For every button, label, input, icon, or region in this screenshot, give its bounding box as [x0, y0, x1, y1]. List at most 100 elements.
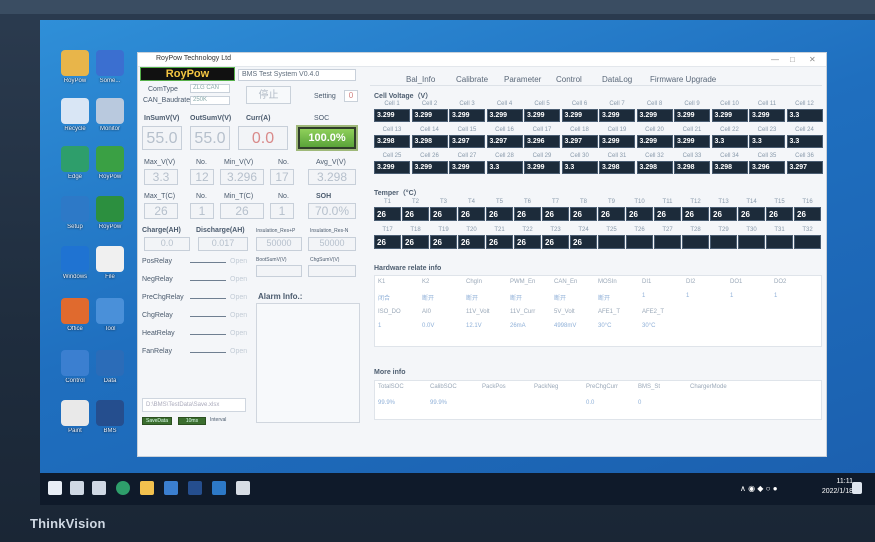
no1-value: 12 [190, 169, 214, 185]
hardware-cell: 26mA [510, 323, 526, 329]
relay-label: ChgRelay [142, 312, 173, 319]
relay-switch-icon[interactable] [190, 352, 226, 353]
charge-value: 0.0 [144, 237, 190, 251]
temper-header: T9 [607, 199, 615, 205]
cell-voltage-value: 3.299 [674, 109, 710, 122]
temper-value [738, 235, 765, 249]
desktop-icon-label: Tool [104, 326, 116, 332]
temper-header: T32 [802, 227, 813, 233]
search-icon[interactable] [70, 481, 84, 495]
hardware-cell: 11V_Curr [510, 309, 536, 315]
cell-header: Cell 27 [457, 153, 477, 159]
more-title: More info [374, 369, 406, 376]
setting-input[interactable]: 0 [344, 90, 358, 102]
relay-switch-icon[interactable] [190, 280, 226, 281]
temper-value: 26 [486, 207, 513, 221]
window-title: RoyPow Technology Ltd [156, 55, 231, 62]
cell-header: Cell 6 [571, 101, 588, 107]
cell-header: Cell 9 [684, 101, 700, 107]
hardware-cell: MOSIn [598, 279, 617, 285]
hardware-cell: 断开 [422, 296, 435, 302]
interval-select[interactable]: 10ms [178, 417, 206, 425]
minimize-icon[interactable]: — [771, 55, 779, 64]
edge-icon[interactable] [116, 481, 130, 495]
app-icon-3[interactable] [236, 481, 250, 495]
cell-header: Cell 13 [382, 127, 402, 133]
task-view-icon[interactable] [92, 481, 106, 495]
cell-voltage-value: 3.299 [374, 109, 410, 122]
save-path-input[interactable]: D:\BMS\TestData\Save.xlsx [142, 398, 246, 412]
savedata-button[interactable]: SaveData [142, 417, 172, 425]
hardware-cell: DO1 [730, 279, 743, 285]
tab-bal-info[interactable]: Bal_Info [406, 75, 435, 84]
curr-label: Curr(A) [246, 115, 271, 122]
file-explorer-icon[interactable] [140, 481, 154, 495]
temper-value: 26 [402, 207, 429, 221]
temper-value: 26 [514, 235, 541, 249]
can-baudrate-select[interactable]: 250K [190, 96, 230, 105]
desktop-icon-label: Data [103, 378, 117, 384]
temper-value: 26 [570, 207, 597, 221]
roypow-logo: RoyPow [140, 67, 235, 81]
cell-header: Cell 8 [646, 101, 663, 107]
desktop-icon[interactable]: RoyPow [85, 196, 135, 231]
cell-header: Cell 15 [457, 127, 477, 133]
desktop-icon[interactable]: Monitor [85, 98, 135, 133]
cell-header: Cell 33 [682, 153, 702, 159]
temper-header: T10 [634, 199, 645, 205]
monitor-brand: ThinkVision [30, 516, 106, 531]
hardware-cell: 1 [730, 293, 734, 299]
temper-value [598, 235, 625, 249]
relay-switch-icon[interactable] [190, 316, 226, 317]
relay-label: FanRelay [142, 348, 172, 355]
tab-parameter[interactable]: Parameter [504, 75, 541, 84]
tray-clock[interactable]: 11:11 2022/1/18 [822, 477, 853, 497]
relay-switch-icon[interactable] [190, 334, 226, 335]
cell-voltage-value: 3.299 [411, 109, 448, 122]
cell-voltage-value: 3.298 [599, 161, 635, 174]
notification-icon[interactable] [852, 482, 862, 494]
tab-datalog[interactable]: DataLog [602, 75, 632, 84]
hardware-cell: 30°C [598, 323, 612, 329]
desktop-icon[interactable]: File [85, 246, 135, 281]
maximize-icon[interactable]: □ [790, 55, 795, 64]
app-icon-1[interactable] [188, 481, 202, 495]
temper-header: T7 [551, 199, 559, 205]
hardware-cell: ChgIn [466, 279, 483, 285]
tray-icons[interactable]: ∧ ◉ ◆ ○ ● [740, 484, 778, 493]
cell-header: Cell 34 [720, 153, 739, 159]
tab-firmware-upgrade[interactable]: Firmware Upgrade [650, 75, 716, 84]
cell-header: Cell 2 [421, 101, 438, 107]
desktop-icon-label: RoyPow [98, 174, 122, 180]
desktop-icon[interactable]: Data [85, 350, 135, 385]
relay-switch-icon[interactable] [190, 262, 226, 263]
cell-header: Cell 20 [645, 127, 664, 133]
temper-value [682, 235, 709, 249]
relay-switch-icon[interactable] [190, 298, 226, 299]
store-icon[interactable] [164, 481, 178, 495]
desktop-icon[interactable]: BMS [85, 400, 135, 435]
desktop-icon[interactable]: RoyPow [85, 146, 135, 181]
tab-control[interactable]: Control [556, 75, 582, 84]
cell-voltage-value: 3.297 [786, 161, 823, 174]
temper-header: T14 [746, 199, 757, 205]
desktop-icon[interactable]: Some... [85, 50, 135, 85]
hardware-cell: AI0 [422, 309, 432, 315]
app-icon-2[interactable] [212, 481, 226, 495]
close-icon[interactable]: ✕ [809, 55, 816, 64]
hardware-cell: K2 [422, 279, 430, 285]
app-header: BMS Test System V0.4.0 [238, 69, 356, 81]
cell-voltage-value: 3.299 [636, 109, 673, 122]
tab-calibrate[interactable]: Calibrate [456, 75, 488, 84]
comtype-select[interactable]: ZLG CAN [190, 84, 230, 93]
setting-label: Setting [314, 93, 336, 100]
monitor-icon [96, 98, 124, 124]
cell-header: Cell 3 [459, 101, 475, 107]
desktop-icon[interactable]: Tool [85, 298, 135, 333]
cell-header: Cell 36 [795, 153, 814, 159]
temper-value [766, 235, 793, 249]
start-icon[interactable] [48, 481, 62, 495]
temper-value: 26 [542, 207, 569, 221]
stop-button[interactable]: 停止 [246, 86, 291, 104]
cell-header: Cell 14 [420, 127, 439, 133]
